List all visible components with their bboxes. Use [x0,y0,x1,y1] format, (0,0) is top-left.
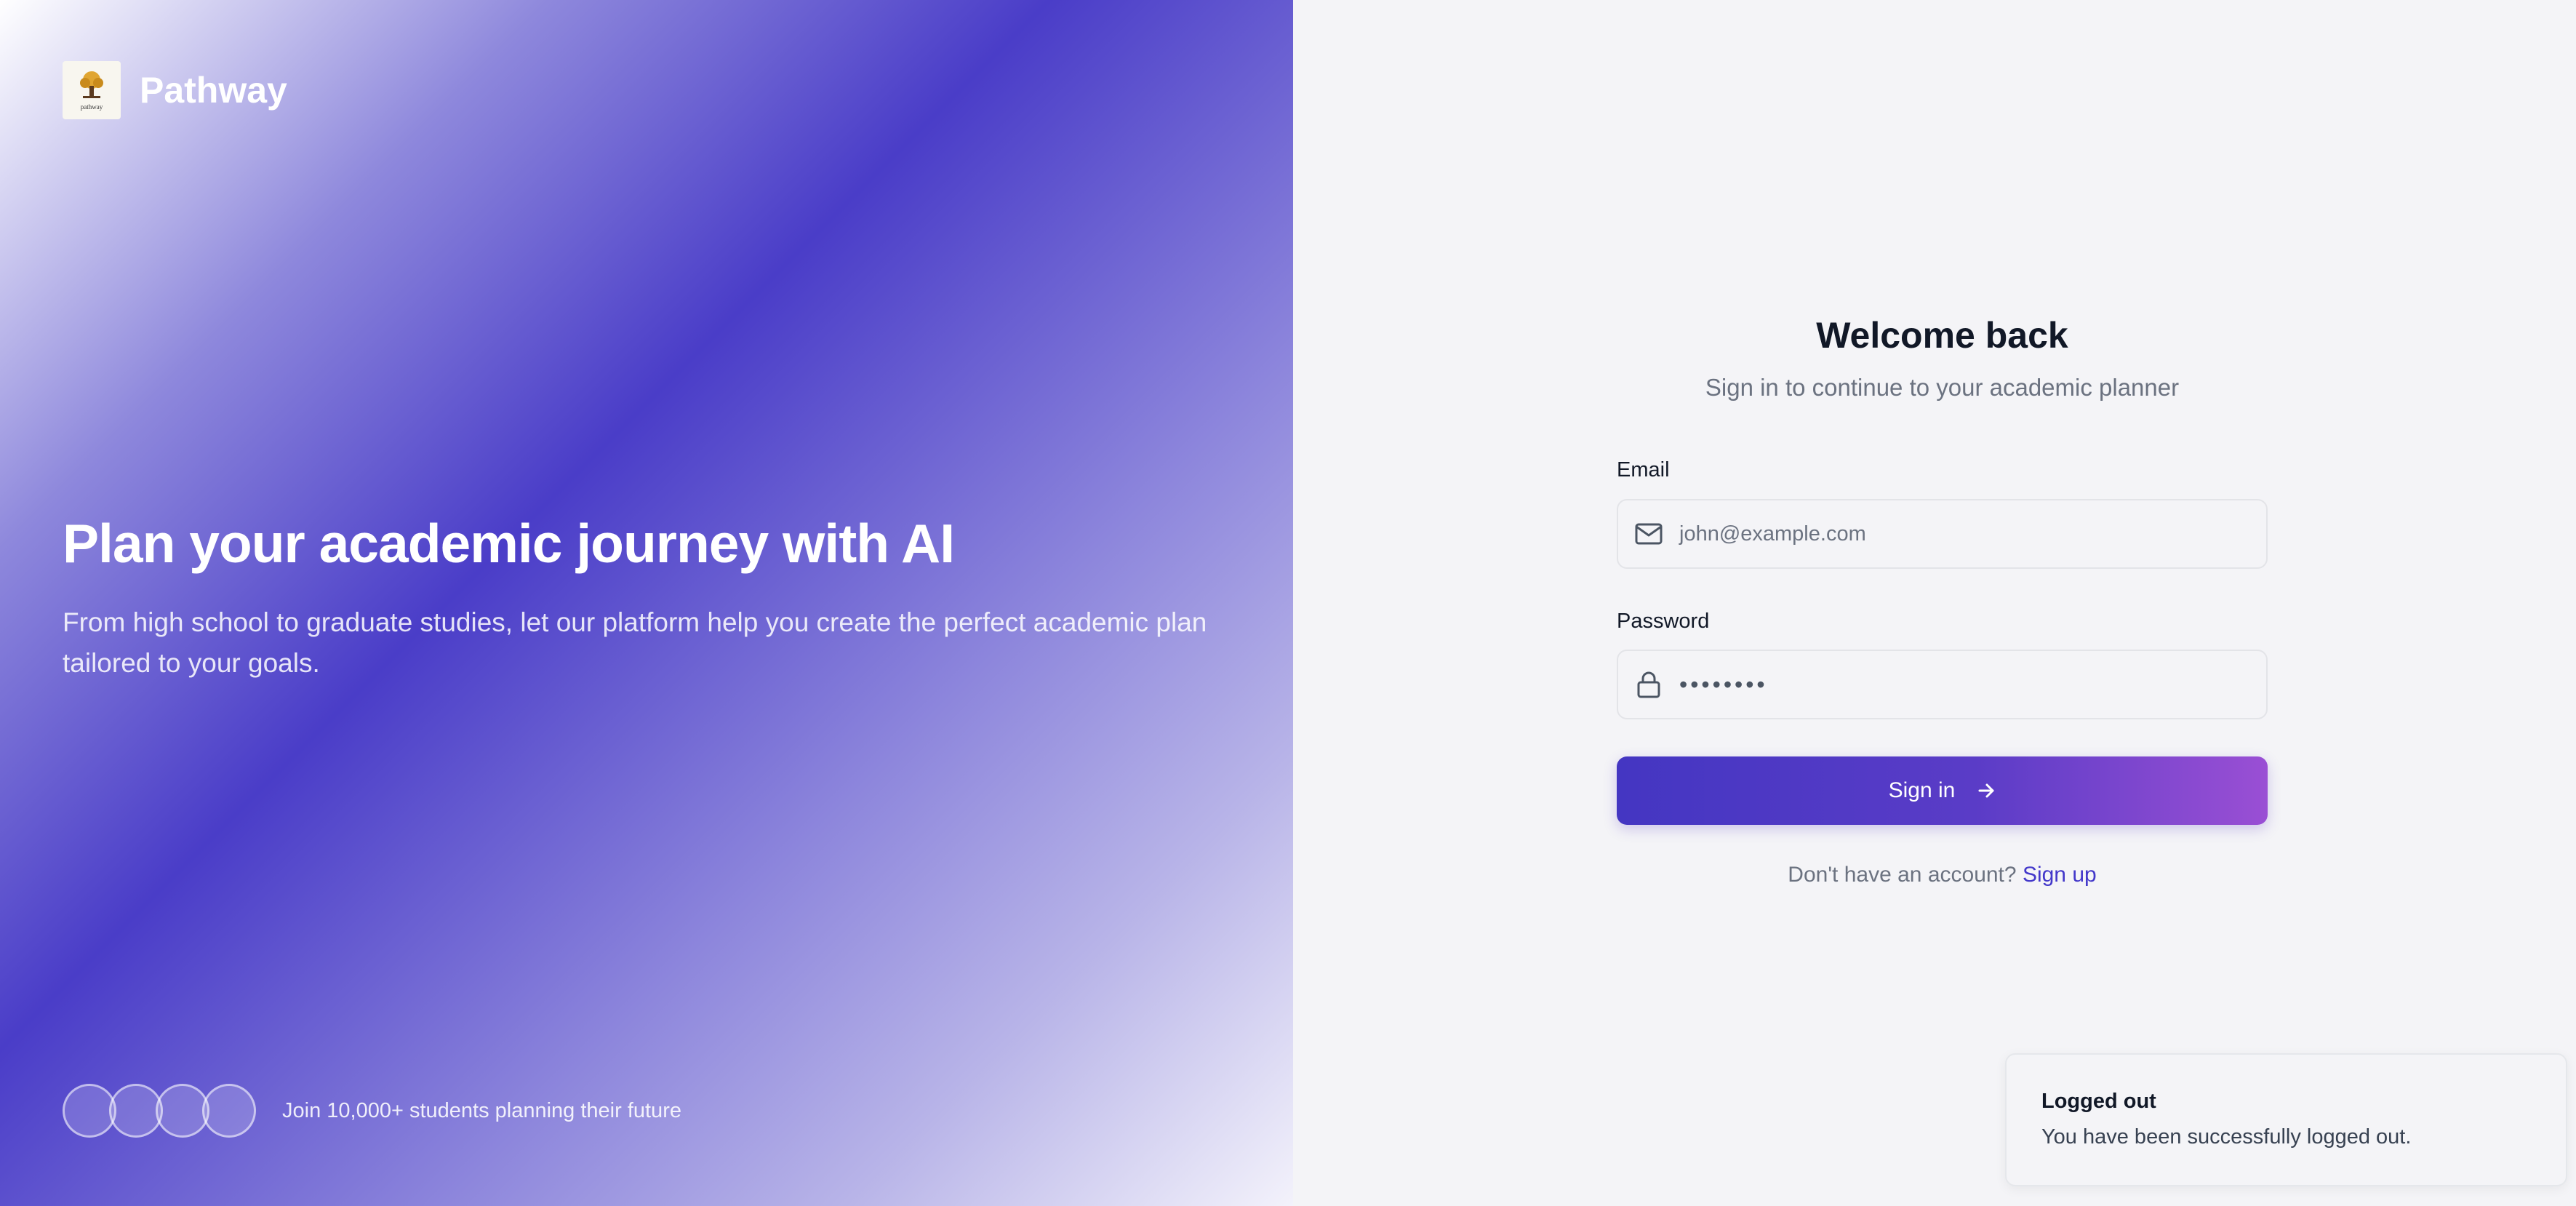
avatar [109,1084,163,1138]
tree-logo-icon: pathway [63,61,121,119]
avatar [156,1084,209,1138]
password-value: •••••••• [1679,671,1768,698]
password-field[interactable]: •••••••• [1617,650,2268,719]
signup-prompt-text: Don't have an account? [1788,863,2017,887]
sign-in-label: Sign in [1888,778,1956,802]
hero-subtitle: From high school to graduate studies, le… [63,607,1207,678]
toast-title: Logged out [2041,1090,2156,1113]
toast-notification: Logged out You have been successfully lo… [2005,1053,2567,1186]
logo-text: pathway [80,103,103,111]
brand: pathway Pathway [63,61,287,119]
page-title: Welcome back [1816,315,2068,356]
toast-message: You have been successfully logged out. [2041,1125,2412,1149]
password-label: Password [1617,610,1710,633]
hero-title: Plan your academic journey with AI [63,513,955,574]
lock-icon [1634,670,1663,699]
social-proof-text: Join 10,000+ students planning their fut… [282,1098,681,1122]
page-subtitle: Sign in to continue to your academic pla… [1705,374,2180,401]
avatar [202,1084,256,1138]
social-proof: Join 10,000+ students planning their fut… [63,1084,681,1138]
mail-icon [1634,519,1663,548]
sign-in-button[interactable]: Sign in [1617,756,2268,825]
hero-panel: pathway Pathway Plan your academic journ… [0,0,1293,1206]
arrow-right-icon [1977,781,1996,800]
avatar-stack [63,1084,256,1138]
email-field[interactable]: john@example.com [1617,499,2268,569]
avatar [63,1084,116,1138]
brand-name: Pathway [140,70,287,111]
email-placeholder: john@example.com [1679,522,1866,546]
email-label: Email [1617,458,1670,482]
sign-up-link[interactable]: Sign up [2023,863,2097,887]
signup-prompt: Don't have an account? Sign up [1617,863,2268,887]
